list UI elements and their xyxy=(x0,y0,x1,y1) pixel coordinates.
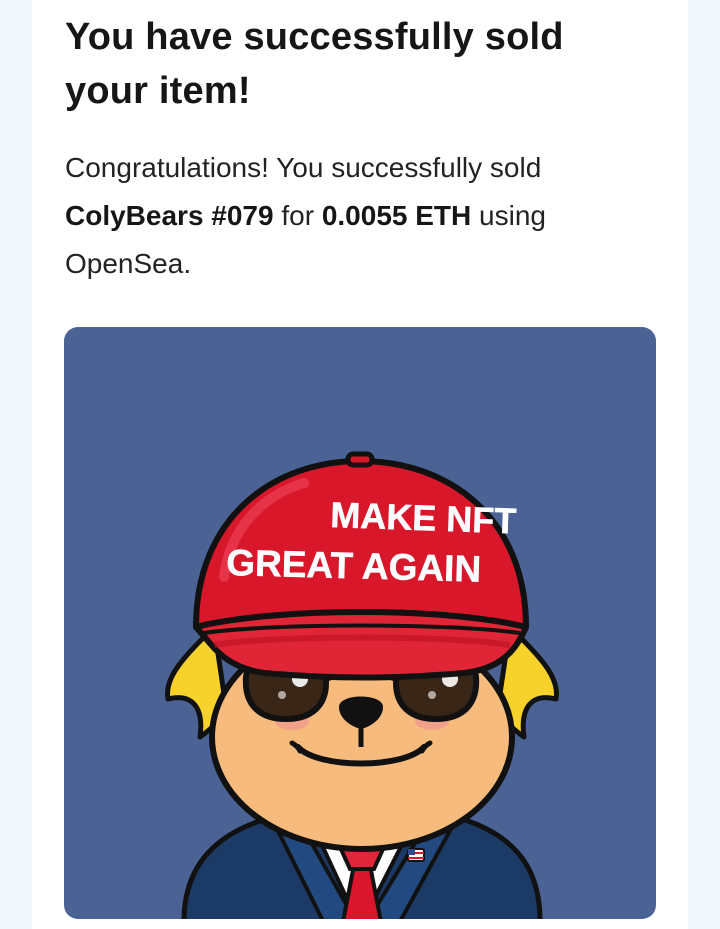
email-title: You have successfully sold your item! xyxy=(65,16,564,112)
item-name: ColyBears #079 xyxy=(65,200,274,231)
nft-image[interactable]: MAKE NFT GREAT AGAIN xyxy=(64,327,656,919)
hat-text-line2: GREAT AGAIN xyxy=(226,542,482,590)
sale-message: Congratulations! You successfully sold C… xyxy=(65,144,655,288)
maga-hat: MAKE NFT GREAT AGAIN xyxy=(193,451,529,681)
message-using: using xyxy=(479,200,546,231)
colybear-illustration: MAKE NFT GREAT AGAIN xyxy=(165,451,559,919)
hat-text-line1: MAKE NFT xyxy=(330,494,517,541)
flag-pin xyxy=(407,848,425,862)
message-intro: Congratulations! You successfully sold xyxy=(65,152,542,183)
message-for: for xyxy=(281,200,315,231)
sale-price: 0.0055 ETH xyxy=(321,200,472,231)
marketplace-name: OpenSea. xyxy=(65,248,192,279)
email-card: You have successfully sold your item! Co… xyxy=(32,0,688,929)
